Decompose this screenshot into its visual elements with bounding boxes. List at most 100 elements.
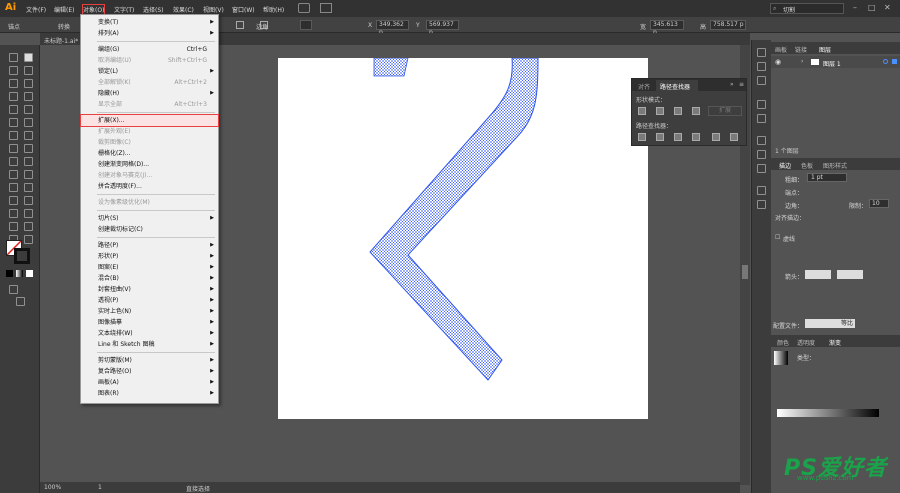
perspective-grid-icon[interactable] [9,170,18,179]
menu-object[interactable]: 对象(O) [81,4,106,15]
stroke-weight-field[interactable]: 1 pt [807,173,847,182]
profile-select[interactable]: 等比 [805,319,855,328]
horizontal-scrollbar[interactable] [40,482,740,493]
divide-icon[interactable] [638,133,646,141]
zoom-icon[interactable] [24,235,33,244]
search-box[interactable]: ⌕ 切割 [770,3,844,14]
object-menu-item[interactable]: 切片(S) ▶ [81,213,218,224]
object-menu-item[interactable]: 封套扭曲(V) ▶ [81,284,218,295]
menu-select[interactable]: 选择(S) [143,5,164,14]
color-mode-icon[interactable] [6,270,13,277]
object-menu-item[interactable]: 混合(B) ▶ [81,273,218,284]
object-menu-item[interactable]: 图像描摹 ▶ [81,317,218,328]
object-menu-item[interactable]: 透视(P) ▶ [81,295,218,306]
gradient-tool-icon[interactable] [9,183,18,192]
magic-wand-icon[interactable] [9,66,18,75]
shape-builder-icon[interactable] [24,157,33,166]
tab-swatches[interactable]: 色板 [801,161,813,170]
arrange-docs-icon[interactable] [320,3,332,13]
zoom-level[interactable]: 100% [44,484,61,491]
anchor-tool-icon[interactable] [236,21,244,29]
panel-collapse-icon[interactable]: » [730,81,734,88]
menu-window[interactable]: 窗口(W) [232,5,255,14]
layer-target-icon[interactable] [883,59,888,64]
tab-layers[interactable]: 图层 [819,45,831,54]
intersect-icon[interactable] [674,107,682,115]
appearance-panel-icon[interactable] [757,150,766,159]
tab-graphic-styles[interactable]: 图形样式 [823,161,847,170]
blend-tool-icon[interactable] [9,196,18,205]
direct-selection-tool-icon[interactable] [24,53,33,62]
tab-gradient[interactable]: 渐变 [829,338,841,347]
brushes-panel-icon[interactable] [757,100,766,109]
object-menu-item[interactable]: 锁定(L) ▶ [81,66,218,77]
paragraph-panel-icon[interactable] [757,200,766,209]
layer-name[interactable]: 图层 1 [823,59,841,68]
layer-row[interactable]: ◉ › 图层 1 [771,56,900,68]
minus-front-icon[interactable] [656,107,664,115]
paintbrush-tool-icon[interactable] [24,105,33,114]
maximize-icon[interactable]: □ [868,3,876,12]
object-menu-item[interactable]: 文本绕排(W) ▶ [81,328,218,339]
object-menu-item[interactable]: 变换(T) ▶ [81,17,218,28]
curvature-tool-icon[interactable] [24,79,33,88]
bridge-icon[interactable] [298,3,310,13]
shaper-tool-icon[interactable] [9,118,18,127]
object-menu-item[interactable]: 复合路径(O) ▶ [81,366,218,377]
character-panel-icon[interactable] [757,186,766,195]
column-graph-icon[interactable] [9,209,18,218]
object-menu-item[interactable]: 实时上色(N) ▶ [81,306,218,317]
object-menu-item[interactable]: 画板(A) ▶ [81,377,218,388]
crop-icon[interactable] [692,133,700,141]
layer-expand-icon[interactable]: › [801,58,803,65]
stroke-color-swatch[interactable] [14,248,30,264]
menu-help[interactable]: 帮助(H) [263,5,284,14]
gradient-thumbnail[interactable] [774,351,788,365]
expand-button[interactable]: 扩展 [708,106,742,116]
pen-tool-icon[interactable] [9,79,18,88]
end-arrow-select[interactable] [837,270,863,279]
minimize-icon[interactable]: – [853,3,857,12]
exclude-icon[interactable] [692,107,700,115]
document-tab[interactable]: 未标题-1.ai* [44,36,78,45]
tab-artboards[interactable]: 画板 [775,45,787,54]
lasso-icon[interactable] [24,66,33,75]
menu-edit[interactable]: 编辑(E) [54,5,74,14]
mesh-tool-icon[interactable] [24,170,33,179]
zoom-tool-icon[interactable] [24,222,33,231]
draw-mode-icon[interactable] [9,285,18,294]
slice-tool-icon[interactable] [9,222,18,231]
symbol-sprayer-icon[interactable] [24,196,33,205]
swatches-panel-icon[interactable] [757,136,766,145]
menu-file[interactable]: 文件(F) [26,5,46,14]
tab-links[interactable]: 链接 [795,45,807,54]
x-field[interactable]: 349.362 p [376,20,409,36]
object-menu-item[interactable]: 形状(P) ▶ [81,251,218,262]
gradient-mode-icon[interactable] [16,270,23,277]
object-menu-item[interactable]: 剪切蒙版(M) ▶ [81,355,218,366]
object-menu-item[interactable]: 创建渐变网格(D)... [81,159,218,170]
tab-transparency[interactable]: 透明度 [797,338,815,347]
object-menu-item[interactable]: 创建裁切标记(C) [81,224,218,235]
vertical-scroll-thumb[interactable] [742,265,748,279]
rectangle-tool-icon[interactable] [9,105,18,114]
tab-stroke[interactable]: 描边 [779,161,791,170]
line-tool-icon[interactable] [24,92,33,101]
close-icon[interactable]: ✕ [884,3,891,12]
libraries-panel-icon[interactable] [757,76,766,85]
object-menu-item[interactable]: 图案(E) ▶ [81,262,218,273]
trim-icon[interactable] [656,133,664,141]
object-menu-item[interactable]: Line 和 Sketch 图稿 ▶ [81,339,218,350]
transform-panel-icon[interactable] [757,164,766,173]
tab-color[interactable]: 颜色 [777,338,789,347]
panel-menu-icon[interactable]: ≡ [739,81,744,88]
tab-align[interactable]: 对齐 [638,82,650,91]
selection-tool-icon[interactable] [9,53,18,62]
gradient-ramp[interactable] [777,409,879,417]
start-arrow-select[interactable] [805,270,831,279]
screen-mode-icon[interactable] [16,297,25,306]
pencil-tool-icon[interactable] [24,118,33,127]
object-menu-item[interactable]: 排列(A) ▶ [81,28,218,39]
object-menu-item[interactable]: 扩展(X)... [80,114,219,127]
layers-panel-icon[interactable] [757,62,766,71]
